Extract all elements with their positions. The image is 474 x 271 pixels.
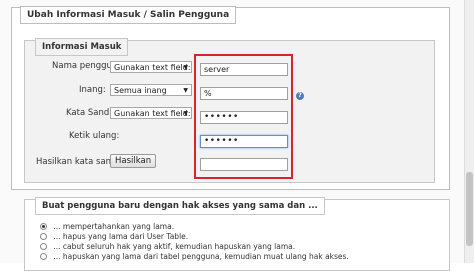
help-icon[interactable]: ? (296, 92, 304, 100)
option-keep-old[interactable]: ... mempertahankan yang lama. (40, 222, 174, 231)
chevron-down-icon: ▼ (183, 87, 188, 94)
scrollbar-thumb[interactable] (466, 172, 473, 246)
host-mode-value: Semua inang (114, 86, 167, 95)
option-label: ... hapuskan yang lama dari tabel penggu… (53, 252, 349, 261)
chevron-down-icon: ▼ (183, 64, 188, 71)
host-mode-select[interactable]: Semua inang ▼ (110, 84, 192, 96)
highlight-box (194, 54, 293, 179)
option-label: ... cabut seluruh hak yang aktif, kemudi… (53, 242, 296, 251)
login-info-legend: Informasi Masuk (35, 38, 129, 56)
host-label: Inang: (79, 85, 106, 95)
page: Ubah Informasi Masuk / Salin Pengguna In… (0, 0, 474, 271)
username-mode-select[interactable]: Gunakan text field: ▼ (110, 61, 192, 73)
radio-checked-icon[interactable] (40, 223, 47, 230)
chevron-down-icon: ▼ (183, 110, 188, 117)
radio-unchecked-icon[interactable] (40, 233, 47, 240)
option-revoke-and-delete[interactable]: ... cabut seluruh hak yang aktif, kemudi… (40, 242, 295, 251)
option-label: ... mempertahankan yang lama. (53, 222, 175, 231)
option-delete-from-user-table[interactable]: ... hapus yang lama dari User Table. (40, 232, 188, 241)
retype-label: Ketik ulang: (69, 131, 120, 141)
vertical-scrollbar[interactable] (464, 0, 474, 263)
password-mode-select[interactable]: Gunakan text field: ▼ (110, 107, 192, 119)
generate-password-label: Hasilkan kata sandi: (36, 157, 122, 167)
generate-password-button[interactable]: Hasilkan (110, 154, 157, 168)
change-login-legend: Ubah Informasi Masuk / Salin Pengguna (20, 6, 237, 24)
option-delete-and-reload[interactable]: ... hapuskan yang lama dari tabel penggu… (40, 252, 349, 261)
username-mode-value: Gunakan text field: (114, 63, 191, 72)
radio-unchecked-icon[interactable] (40, 243, 47, 250)
new-user-legend: Buat pengguna baru dengan hak akses yang… (35, 197, 325, 215)
option-label: ... hapus yang lama dari User Table. (53, 232, 189, 241)
radio-unchecked-icon[interactable] (40, 253, 47, 260)
password-mode-value: Gunakan text field: (114, 109, 191, 118)
password-label: Kata Sandi: (66, 108, 115, 118)
